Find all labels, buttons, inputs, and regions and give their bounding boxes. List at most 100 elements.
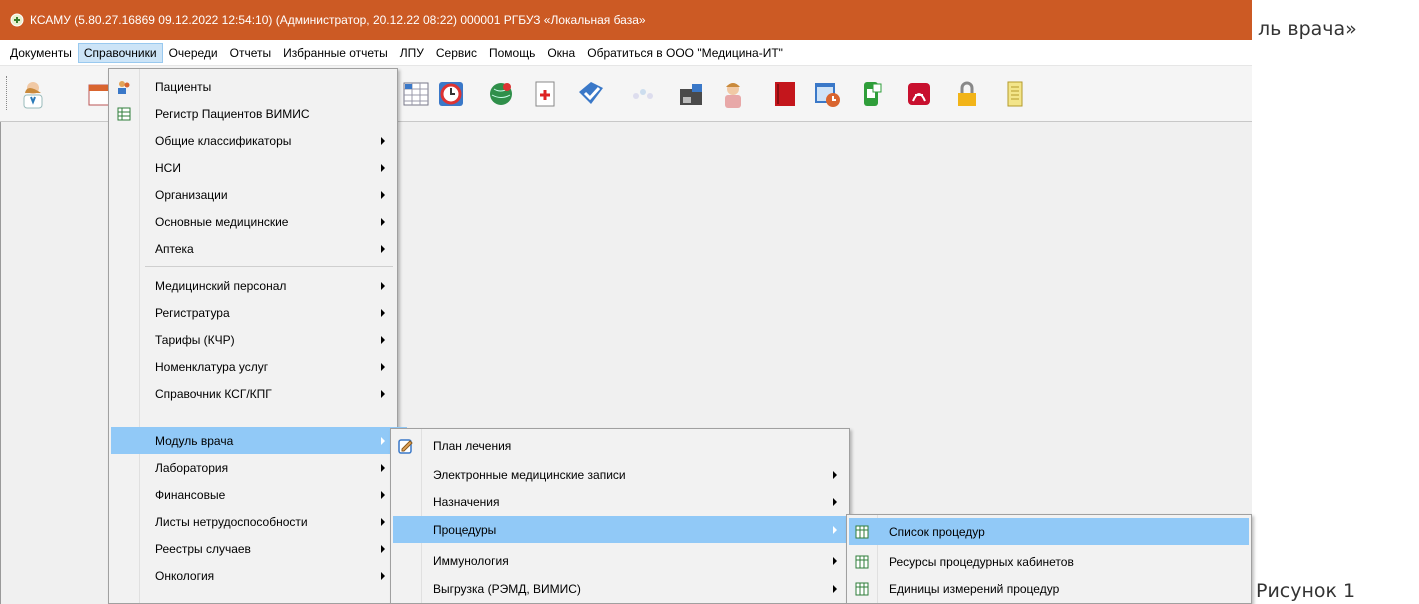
table-icon <box>853 580 871 598</box>
menuitem-label: Листы нетрудоспособности <box>155 514 308 529</box>
menu-lpu[interactable]: ЛПУ <box>394 43 430 63</box>
menu-contact-vendor[interactable]: Обратиться в ООО "Медицина-ИТ" <box>581 43 789 63</box>
menuitem-procedures[interactable]: Процедуры <box>393 516 855 543</box>
menuitem-procedures-list[interactable]: Список процедур <box>849 518 1249 545</box>
submenu-arrow-icon <box>381 218 385 226</box>
submenu-arrow-icon <box>381 437 385 445</box>
submenu-arrow-icon <box>381 282 385 290</box>
menuitem-treatment-plan[interactable]: План лечения <box>393 432 847 459</box>
menuitem-label: Процедуры <box>433 522 497 537</box>
menu-service[interactable]: Сервис <box>430 43 483 63</box>
menuitem-common-classifiers[interactable]: Общие классификаторы <box>111 127 395 154</box>
menuitem-label: Назначения <box>433 494 500 509</box>
submenu-arrow-icon <box>381 336 385 344</box>
menu-references-dropdown: Пациенты Регистр Пациентов ВИМИС Общие к… <box>108 68 407 604</box>
menu-documents[interactable]: Документы <box>4 43 78 63</box>
submenu-arrow-icon <box>381 164 385 172</box>
menu-favorite-reports[interactable]: Избранные отчеты <box>277 43 394 63</box>
menuitem-label: Организации <box>155 187 228 202</box>
menuitem-label: Тарифы (КЧР) <box>155 332 235 347</box>
toolbar-grip[interactable] <box>6 76 9 110</box>
menuitem-nsi[interactable]: НСИ <box>111 154 395 181</box>
menuitem-patients[interactable]: Пациенты <box>111 73 395 100</box>
menuitem-label: Модуль врача <box>155 433 234 448</box>
menu-help[interactable]: Помощь <box>483 43 541 63</box>
medical-card-icon[interactable] <box>530 78 560 110</box>
submenu-arrow-icon <box>833 557 837 565</box>
submenu-arrow-icon <box>381 137 385 145</box>
submenu-arrow-icon <box>381 545 385 553</box>
menuitem-electronic-medical-records[interactable]: Электронные медицинские записи <box>393 461 847 488</box>
menuitem-procedure-units[interactable]: Единицы измерений процедур <box>849 575 1249 602</box>
submenu-arrow-icon <box>381 245 385 253</box>
menuitem-label: Онкология <box>155 568 215 583</box>
menuitem-organizations[interactable]: Организации <box>111 181 395 208</box>
menuitem-label: Электронные медицинские записи <box>433 467 626 482</box>
menuitem-label: Единицы измерений процедур <box>889 581 1060 596</box>
menuitem-ksg-kpg[interactable]: Справочник КСГ/КПГ <box>111 380 395 407</box>
menuitem-label: Регистр Пациентов ВИМИС <box>155 106 310 121</box>
menu-windows[interactable]: Окна <box>541 43 581 63</box>
table-icon <box>853 523 871 541</box>
dots-icon[interactable] <box>628 78 658 110</box>
menu-separator <box>145 266 393 267</box>
menuitem-financial[interactable]: Финансовые <box>111 481 395 508</box>
shield-check-icon[interactable] <box>576 78 606 110</box>
menuitem-medical-staff[interactable]: Медицинский персонал <box>111 272 395 299</box>
acrobat-icon[interactable] <box>904 78 934 110</box>
menuitem-immunology[interactable]: Иммунология <box>393 547 847 574</box>
menuitem-vimis-register[interactable]: Регистр Пациентов ВИМИС <box>111 100 395 127</box>
menu-procedures-submenu: Список процедур Ресурсы процедурных каби… <box>846 514 1252 604</box>
menuitem-case-registers[interactable]: Реестры случаев <box>111 535 395 562</box>
menuitem-export-remd-vimis[interactable]: Выгрузка (РЭМД, ВИМИС) <box>393 575 847 602</box>
menu-reports[interactable]: Отчеты <box>224 43 277 63</box>
menuitem-procedure-room-resources[interactable]: Ресурсы процедурных кабинетов <box>849 548 1249 575</box>
menuitem-prescriptions[interactable]: Назначения <box>393 488 847 515</box>
menuitem-label: Список процедур <box>889 524 985 539</box>
globe-icon[interactable] <box>486 78 516 110</box>
menuitem-label: Регистратура <box>155 305 230 320</box>
printer-icon[interactable] <box>676 78 706 110</box>
phone-icon[interactable] <box>856 78 886 110</box>
menuitem-label: Выгрузка (РЭМД, ВИМИС) <box>433 581 581 596</box>
menuitem-label: Номенклатура услуг <box>155 359 269 374</box>
clock-icon[interactable] <box>436 78 466 110</box>
nurse-icon[interactable] <box>718 78 748 110</box>
doctor-icon[interactable] <box>18 78 48 110</box>
app-icon <box>10 13 24 27</box>
menuitem-pharmacy[interactable]: Аптека <box>111 235 395 262</box>
menuitem-label: Ресурсы процедурных кабинетов <box>889 554 1074 569</box>
submenu-arrow-icon <box>833 498 837 506</box>
menuitem-services-nomenclature[interactable]: Номенклатура услуг <box>111 353 395 380</box>
figure-caption: Рисунок 1 <box>1256 580 1356 602</box>
schedule-grid-icon[interactable] <box>402 78 432 110</box>
submenu-arrow-icon <box>381 390 385 398</box>
calendar-clock-icon[interactable] <box>812 78 842 110</box>
submenu-arrow-icon <box>381 491 385 499</box>
menuitem-label: Иммунология <box>433 553 509 568</box>
window-titlebar: КСАМУ (5.80.27.16869 09.12.2022 12:54:10… <box>0 0 1252 40</box>
submenu-arrow-icon <box>381 191 385 199</box>
submenu-arrow-icon <box>381 309 385 317</box>
menu-queues[interactable]: Очереди <box>163 43 224 63</box>
menuitem-label: Основные медицинские <box>155 214 289 229</box>
menu-references[interactable]: Справочники <box>77 42 163 63</box>
menuitem-oncology[interactable]: Онкология <box>111 562 395 589</box>
book-red-icon[interactable] <box>770 78 800 110</box>
submenu-arrow-icon <box>381 518 385 526</box>
menuitem-label: Пациенты <box>155 79 212 94</box>
menuitem-laboratory[interactable]: Лаборатория <box>111 454 395 481</box>
scroll-icon[interactable] <box>1000 78 1030 110</box>
menuitem-label: Аптека <box>155 241 194 256</box>
menuitem-label: Справочник КСГ/КПГ <box>155 386 272 401</box>
menuitem-main-medical[interactable]: Основные медицинские <box>111 208 395 235</box>
menuitem-sick-leave[interactable]: Листы нетрудоспособности <box>111 508 395 535</box>
patients-icon <box>115 78 133 96</box>
lock-icon[interactable] <box>952 78 982 110</box>
menuitem-label: Общие классификаторы <box>155 133 292 148</box>
menuitem-tariffs[interactable]: Тарифы (КЧР) <box>111 326 395 353</box>
menuitem-doctor-module[interactable]: Модуль врача <box>111 427 407 454</box>
window-title: КСАМУ (5.80.27.16869 09.12.2022 12:54:10… <box>30 13 646 27</box>
menubar: Документы Справочники Очереди Отчеты Изб… <box>0 40 1252 66</box>
menuitem-registry[interactable]: Регистратура <box>111 299 395 326</box>
